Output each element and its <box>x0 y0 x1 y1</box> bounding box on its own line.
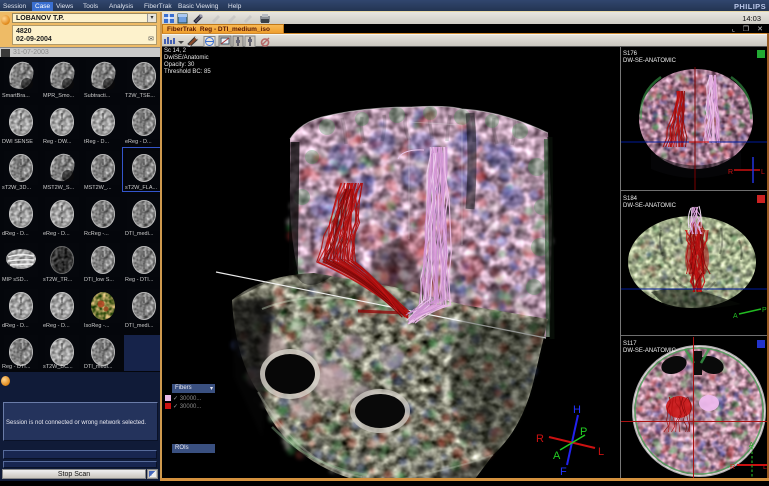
svg-text:S176: S176 <box>623 51 638 57</box>
svg-text:R: R <box>730 464 735 471</box>
svg-text:S117: S117 <box>623 341 637 347</box>
svg-text:DW-SE-ANATOMIC: DW-SE-ANATOMIC <box>623 58 677 64</box>
svg-text:DW-SE-ANATOMIC: DW-SE-ANATOMIC <box>623 203 677 209</box>
svg-text:F: F <box>560 466 567 478</box>
svg-text:DW-SE-ANATOMIC: DW-SE-ANATOMIC <box>623 348 677 354</box>
svg-text:R: R <box>536 433 544 445</box>
svg-text:L: L <box>761 169 765 176</box>
svg-text:H: H <box>573 404 581 416</box>
svg-text:L: L <box>598 446 604 458</box>
svg-text:A: A <box>553 450 561 462</box>
svg-text:R: R <box>728 169 733 176</box>
svg-text:S184: S184 <box>623 196 638 202</box>
svg-text:P: P <box>580 426 587 438</box>
svg-text:A: A <box>749 442 754 449</box>
svg-text:A: A <box>733 313 738 320</box>
